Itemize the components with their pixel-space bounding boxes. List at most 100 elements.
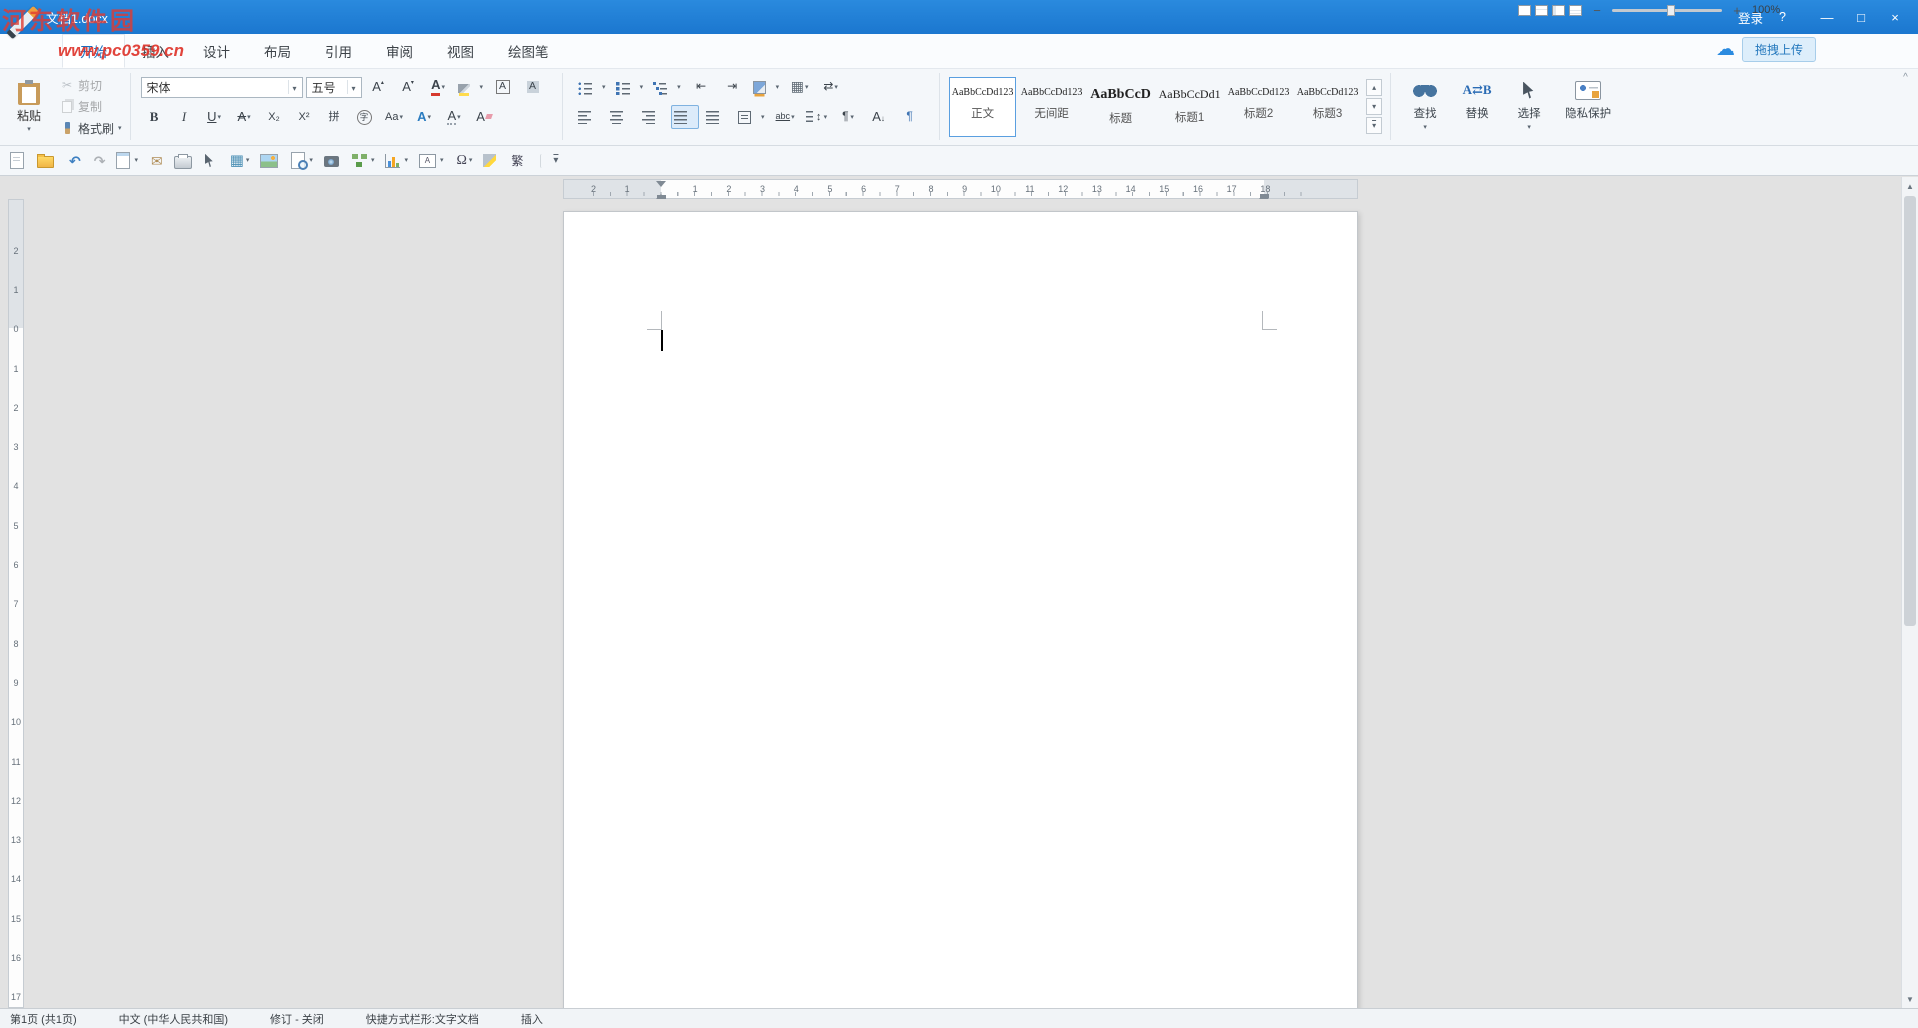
align-right[interactable]: ▾ (639, 105, 667, 129)
select-cursor[interactable]: ▾ (203, 152, 219, 170)
view-web[interactable] (1552, 5, 1565, 16)
scrollbar-thumb[interactable] (1904, 196, 1916, 626)
style-heading2[interactable]: AaBbCcDd123 标题2 (1225, 77, 1292, 137)
scroll-up-button[interactable]: ▲ (1902, 178, 1918, 194)
text-direction[interactable]: ▾ (735, 105, 768, 129)
paste-button[interactable]: 粘贴 ▾ (6, 72, 52, 141)
format-painter[interactable]: 格式刷 ▾ (60, 118, 122, 138)
smart-art[interactable]: ▾ (350, 152, 377, 169)
number-list[interactable]: ▾ (613, 75, 647, 99)
align-center[interactable]: ▾ (607, 105, 635, 129)
borders[interactable]: ▦ ▾ (786, 75, 813, 99)
right-indent-marker[interactable] (1260, 194, 1269, 198)
phonetic-guide[interactable]: 拼 ▾ (321, 105, 348, 129)
cloud-sync-icon[interactable]: ☁ (1716, 40, 1735, 59)
bullet-list[interactable]: ▾ (575, 75, 609, 99)
formula[interactable]: Ω ▾ (452, 152, 474, 170)
tab-draw-pen[interactable]: 绘图笔 (491, 34, 566, 68)
screenshot[interactable]: ▾ (322, 152, 343, 169)
tab-review[interactable]: 审阅 (369, 34, 430, 68)
print[interactable]: ▾ (172, 151, 196, 171)
insert-table[interactable]: ▦ ▾ (226, 151, 252, 170)
zoom-out-button[interactable]: − (1590, 4, 1604, 17)
multilevel-list[interactable]: ▾ (650, 75, 684, 99)
email[interactable]: ✉ ▾ (147, 152, 165, 170)
maximize-button[interactable]: □ (1846, 5, 1876, 29)
doc-type[interactable]: 快捷方式栏形:文字文档 (366, 1011, 479, 1027)
text-effect[interactable]: A ▾ (411, 105, 438, 129)
document-canvas[interactable]: 21 123456789101112131415161718 210123456… (0, 177, 1918, 1008)
underline[interactable]: U ▾ (201, 105, 228, 129)
decrease-indent[interactable]: ⇤ ▾ (688, 75, 715, 99)
zoom-slider-thumb[interactable] (1667, 5, 1675, 16)
vertical-ruler[interactable]: 2101234567891011121314151617 (8, 199, 24, 1008)
undo[interactable]: ↶ ▾ (65, 152, 83, 170)
chinese-convert[interactable]: 繁 ▾ (507, 153, 525, 169)
highlight-color[interactable]: ▾ (455, 75, 487, 99)
tab-references[interactable]: 引用 (308, 34, 369, 68)
find[interactable]: 查找 ▾ (1401, 78, 1449, 131)
zoom-in-button[interactable]: + (1730, 4, 1744, 17)
new-document[interactable]: ▾ (8, 150, 28, 171)
scroll-down-button[interactable]: ▼ (1902, 991, 1918, 1007)
horizontal-ruler[interactable]: 21 123456789101112131415161718 (563, 179, 1358, 199)
style-title[interactable]: AaBbCcD 标题 (1087, 77, 1154, 137)
toolbar-options[interactable]: ▾ ▾ (540, 154, 560, 168)
style-no-spacing[interactable]: AaBbCcDd123 无间距 (1018, 77, 1085, 137)
font-family-select[interactable]: 宋体 (141, 77, 303, 98)
text-box[interactable]: ▾ (417, 152, 446, 170)
tab-insert[interactable]: 插入 (125, 34, 186, 68)
style-heading1[interactable]: AaBbCcDd1 标题1 (1156, 77, 1223, 137)
language-indicator[interactable]: 中文 (中华人民共和国) (119, 1011, 228, 1027)
align-justify[interactable]: ▾ (671, 105, 699, 129)
zoom-percentage[interactable]: 100% (1752, 4, 1786, 16)
sort[interactable]: A ▾ (865, 105, 892, 129)
font-color[interactable]: A ▾ (425, 75, 452, 99)
shrink-font[interactable]: A ▾ (395, 75, 422, 99)
style-normal[interactable]: AaBbCcDd123 正文 (949, 77, 1016, 137)
styles-row-up[interactable]: ▴ (1366, 79, 1382, 96)
select-objects[interactable]: 选择 ▾ (1505, 78, 1553, 131)
change-case[interactable]: Aa ▾ (381, 105, 408, 129)
increase-indent[interactable]: ⇥ ▾ (719, 75, 746, 99)
page-setup[interactable]: ▾ (114, 150, 140, 171)
enclose-character[interactable]: 字 ▾ (351, 105, 378, 129)
close-button[interactable]: × (1880, 5, 1910, 29)
strikethrough[interactable]: A ▾ (231, 105, 258, 129)
highlighter[interactable]: ▾ (481, 152, 500, 169)
track-changes[interactable]: 修订 - 关闭 (270, 1011, 324, 1027)
view-read[interactable] (1518, 5, 1531, 16)
clear-format[interactable]: A ▾ (471, 105, 498, 129)
style-heading3[interactable]: AaBbCcDd123 标题3 (1294, 77, 1361, 137)
page-indicator[interactable]: 第1页 (共1页) (10, 1011, 77, 1027)
tab-view[interactable]: 视图 (430, 34, 491, 68)
line-spacing[interactable]: ↕ ▾ (803, 105, 831, 129)
print-preview[interactable]: ▾ (289, 150, 315, 171)
drag-upload-button[interactable]: 拖拽上传 (1742, 37, 1816, 62)
minimize-button[interactable]: — (1812, 5, 1842, 29)
show-marks[interactable]: ¶ ▾ (896, 105, 923, 129)
replace[interactable]: 替换 ▾ (1453, 78, 1501, 121)
char-border[interactable]: A ▾ (489, 75, 516, 99)
char-scale[interactable]: abc ▾ (772, 105, 799, 129)
tab-layout[interactable]: 布局 (247, 34, 308, 68)
privacy-protect[interactable]: 隐私保护 ▾ (1557, 78, 1619, 121)
document-page[interactable] (563, 211, 1358, 1008)
char-shading[interactable]: A ▾ (519, 75, 546, 99)
char-style[interactable]: A ▾ (441, 105, 468, 129)
tab-home[interactable]: 开始 (62, 34, 125, 68)
open-folder[interactable]: ▾ (35, 151, 58, 170)
subscript[interactable]: X₂ ▾ (261, 105, 288, 129)
view-outline[interactable] (1569, 5, 1582, 16)
zoom-slider[interactable] (1612, 9, 1722, 12)
styles-more[interactable]: ▾ (1366, 117, 1382, 134)
bold[interactable]: B ▾ (141, 105, 168, 129)
insert-mode[interactable]: 插入 (521, 1011, 543, 1027)
align-left[interactable]: ▾ (575, 105, 603, 129)
view-print[interactable] (1535, 5, 1548, 16)
shading[interactable]: ▾ (750, 75, 783, 99)
superscript[interactable]: X² ▾ (291, 105, 318, 129)
paragraph-spacing[interactable]: ¶ ▾ (834, 105, 861, 129)
italic[interactable]: I ▾ (171, 105, 198, 129)
insert-chart[interactable]: ▾ (383, 152, 410, 170)
